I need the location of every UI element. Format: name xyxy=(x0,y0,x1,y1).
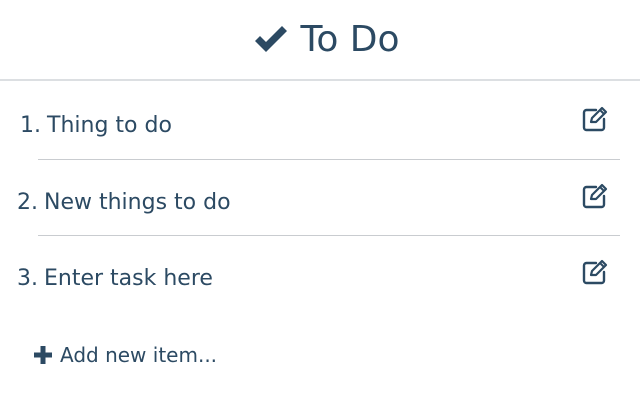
add-new-item-label: Add new item... xyxy=(60,343,218,367)
task-number: 3. xyxy=(17,266,38,291)
task-label[interactable]: 2. New things to do xyxy=(17,192,231,214)
task-text: New things to do xyxy=(44,190,231,215)
app-header: To Do xyxy=(0,0,640,81)
add-new-item-button[interactable]: Add new item... xyxy=(34,345,217,365)
task-text: Thing to do xyxy=(47,113,172,138)
task-label[interactable]: 3. Enter task here xyxy=(17,268,213,290)
edit-icon[interactable] xyxy=(582,106,608,132)
edit-icon[interactable] xyxy=(582,259,608,285)
checkmark-icon xyxy=(252,24,290,56)
task-text: Enter task here xyxy=(44,266,213,291)
task-label[interactable]: 1. Thing to do xyxy=(20,115,172,137)
task-number: 2. xyxy=(17,190,38,215)
plus-icon xyxy=(34,346,52,364)
edit-icon[interactable] xyxy=(582,183,608,209)
header-title-group: To Do xyxy=(252,18,400,60)
task-number: 1. xyxy=(20,113,41,138)
task-item-2[interactable]: 2. New things to do xyxy=(0,160,640,236)
task-item-1[interactable]: 1. Thing to do xyxy=(0,83,640,159)
task-item-3[interactable]: 3. Enter task here xyxy=(0,236,640,312)
page-title: To Do xyxy=(300,18,400,60)
